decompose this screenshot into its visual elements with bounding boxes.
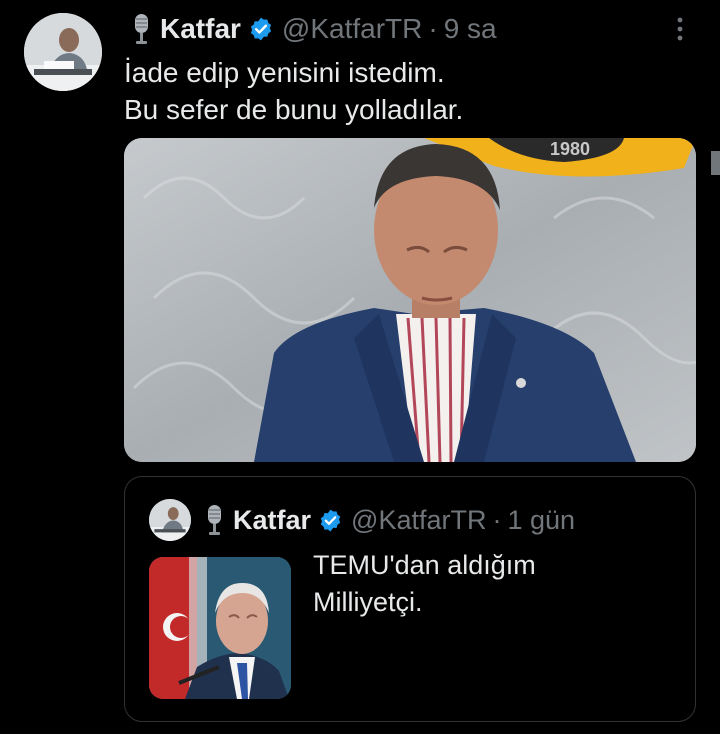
- quoted-author-handle[interactable]: @KatfarTR: [351, 505, 486, 536]
- microphone-icon: [203, 504, 227, 536]
- quoted-text-line: Milliyetçi.: [313, 587, 423, 617]
- tweet-text: İade edip yenisini istedim. Bu sefer de …: [124, 54, 684, 128]
- quoted-tweet-text: TEMU'dan aldığım Milliyetçi.: [313, 547, 536, 621]
- quoted-tweet-header: Katfar @KatfarTR · 1 gün: [203, 501, 575, 539]
- more-options-icon[interactable]: [668, 14, 692, 44]
- media-badge-text: 1980: [550, 139, 590, 159]
- verified-badge-icon[interactable]: [248, 16, 274, 42]
- author-name[interactable]: Katfar: [160, 13, 241, 45]
- quoted-tweet-card[interactable]: Katfar @KatfarTR · 1 gün TEMU'dan aldığı…: [124, 476, 696, 722]
- tweet-header: Katfar @KatfarTR · 9 sa: [130, 10, 497, 48]
- tweet-media-image[interactable]: 1980: [124, 138, 696, 462]
- quoted-media-thumbnail[interactable]: [149, 557, 291, 699]
- separator-dot: ·: [428, 13, 438, 44]
- microphone-icon: [130, 13, 154, 45]
- quoted-author-name[interactable]: Katfar: [233, 505, 311, 536]
- quoted-author-avatar[interactable]: [149, 499, 191, 541]
- verified-badge-icon[interactable]: [318, 508, 343, 533]
- tweet-text-line: İade edip yenisini istedim.: [124, 57, 445, 88]
- tweet-text-line: Bu sefer de bunu yolladılar.: [124, 94, 464, 125]
- scrollbar-thumb[interactable]: [711, 151, 720, 175]
- quoted-tweet-time[interactable]: 1 gün: [507, 505, 575, 536]
- tweet-time[interactable]: 9 sa: [444, 13, 497, 45]
- author-handle[interactable]: @KatfarTR: [282, 13, 422, 45]
- author-avatar[interactable]: [24, 13, 102, 91]
- quoted-text-line: TEMU'dan aldığım: [313, 550, 536, 580]
- avatar-image: [24, 13, 102, 91]
- separator-dot: ·: [492, 504, 502, 535]
